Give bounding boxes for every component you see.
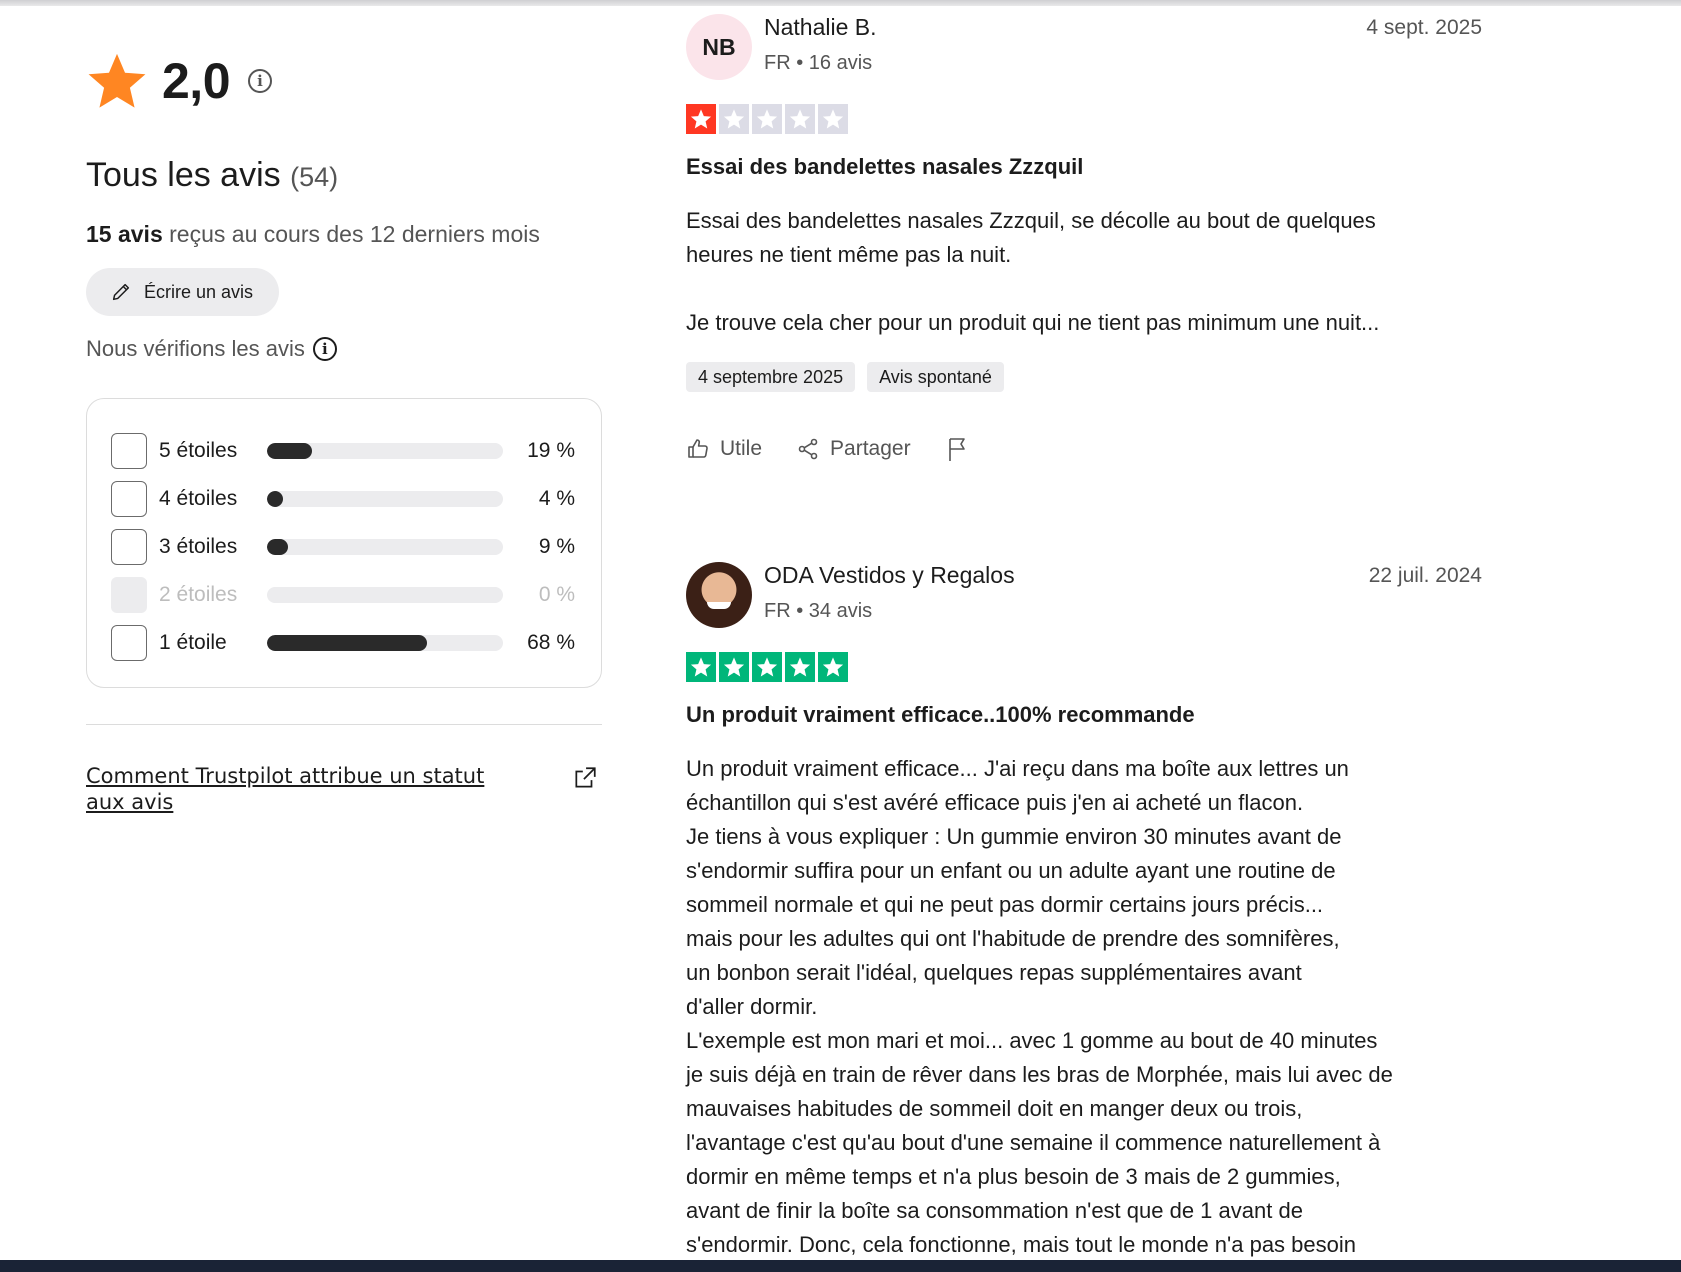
rating-bar-fill (267, 635, 427, 651)
review-date: 4 sept. 2025 (1366, 16, 1482, 39)
star-icon (818, 652, 848, 682)
rating-filter-label: 1 étoile (159, 631, 227, 654)
reviewer-name[interactable]: Nathalie B. (764, 14, 877, 41)
thumbs-up-icon (688, 439, 708, 458)
rating-filter-row[interactable]: 1 étoile 68 % (111, 619, 577, 667)
review-date: 22 juil. 2024 (1368, 564, 1482, 587)
review-tags: 4 septembre 2025 Avis spontané (686, 362, 1482, 392)
star-icon (719, 104, 749, 134)
all-reviews-count: (54) (290, 162, 339, 192)
useful-label: Utile (720, 437, 763, 460)
rating-filter-checkbox[interactable] (111, 481, 147, 517)
share-icon (798, 438, 818, 460)
review-stars (686, 104, 1482, 134)
rating-filter-checkbox[interactable] (111, 529, 147, 565)
review-type-badge[interactable]: Avis spontané (867, 362, 1004, 392)
rating-filter-percent: 19 % (527, 439, 575, 462)
write-review-button[interactable]: Écrire un avis (86, 268, 280, 316)
report-button[interactable] (945, 436, 979, 462)
review-card: NB Nathalie B. FR • 16 avis 4 sept. 2025… (686, 12, 1482, 464)
verify-reviews-row[interactable]: Nous vérifions les avis i (86, 336, 602, 362)
write-review-label: Écrire un avis (144, 281, 254, 302)
rating-filter-checkbox[interactable] (111, 625, 147, 661)
rating-bar-track (267, 587, 503, 603)
rating-filter-checkbox[interactable] (111, 433, 147, 469)
rating-filter-percent: 68 % (527, 631, 575, 654)
flag-icon (948, 438, 965, 461)
rating-bar-fill (267, 491, 283, 507)
review-stars (686, 652, 1482, 682)
review-experience-date: 4 septembre 2025 (686, 362, 856, 392)
star-icon (752, 104, 782, 134)
reviewer-meta: FR • 34 avis (764, 600, 873, 622)
avatar[interactable] (686, 562, 752, 628)
useful-button[interactable]: Utile (686, 437, 762, 461)
rating-bar-track (267, 539, 503, 555)
browser-top-edge (0, 0, 1681, 6)
rating-filter-row[interactable]: 5 étoiles 19 % (111, 427, 577, 475)
review-body: Un produit vraiment efficace... J'ai reç… (686, 756, 1393, 1257)
rating-filter-checkbox (111, 577, 147, 613)
external-link-icon[interactable] (572, 765, 598, 791)
rating-filter-label: 2 étoiles (159, 583, 238, 606)
all-reviews-heading: Tous les avis (54) (86, 156, 602, 195)
info-icon[interactable]: i (312, 337, 337, 361)
status-info-link-row[interactable]: Comment Trustpilot attribue un statut au… (86, 763, 602, 815)
score-row: 2,0 i (86, 50, 602, 112)
rating-bar-track (267, 443, 503, 459)
rating-filter-row: 2 étoiles 0 % (111, 571, 577, 619)
reviewer-meta: FR • 16 avis (764, 52, 873, 74)
rating-filter-label: 5 étoiles (159, 439, 238, 462)
star-icon (686, 652, 716, 682)
all-reviews-label: Tous les avis (86, 156, 281, 194)
star-icon (752, 652, 782, 682)
overall-rating: 2,0 (162, 53, 231, 109)
review-header: ODA Vestidos y Regalos FR • 34 avis 22 j… (686, 560, 1482, 632)
star-icon (686, 104, 716, 134)
verify-reviews-label: Nous vérifions les avis (86, 336, 305, 361)
rating-filter-percent: 9 % (538, 535, 575, 558)
recent-reviews-suffix: reçus au cours des 12 derniers mois (169, 221, 540, 247)
rating-filter-row[interactable]: 4 étoiles 4 % (111, 475, 577, 523)
recent-reviews-text: 15 avis reçus au cours des 12 derniers m… (86, 221, 602, 248)
review-card: ODA Vestidos y Regalos FR • 34 avis 22 j… (686, 560, 1482, 1262)
star-icon (785, 104, 815, 134)
rating-filter-percent: 4 % (538, 487, 575, 510)
taskbar-edge (0, 1260, 1681, 1272)
rating-bar-fill (267, 443, 312, 459)
share-label: Partager (830, 437, 911, 460)
star-icon (785, 652, 815, 682)
star-icon (719, 652, 749, 682)
review-header: NB Nathalie B. FR • 16 avis 4 sept. 2025 (686, 12, 1482, 84)
recent-reviews-count: 15 avis (86, 221, 163, 247)
info-icon[interactable]: i (248, 69, 273, 93)
review-actions: Utile Partager (686, 434, 1482, 464)
rating-bar-track (267, 635, 503, 651)
review-body: Essai des bandelettes nasales Zzzquil, s… (686, 208, 1380, 335)
star-icon (818, 104, 848, 134)
share-button[interactable]: Partager (796, 437, 911, 461)
star-icon (88, 53, 146, 108)
reviewer-name[interactable]: ODA Vestidos y Regalos (764, 562, 1015, 589)
rating-bar-track (267, 491, 503, 507)
rating-distribution-filter: 5 étoiles 19 % 4 étoiles 4 % 3 étoiles 9 % 2 é… (86, 398, 602, 688)
review-title[interactable]: Essai des bandelettes nasales Zzzquil (686, 154, 1482, 180)
rating-summary-panel: 2,0 i Tous les avis (54) 15 avis reçus a… (86, 50, 602, 815)
avatar[interactable]: NB (686, 14, 752, 80)
pencil-icon (112, 283, 130, 301)
status-info-link[interactable]: Comment Trustpilot attribue un statut au… (86, 763, 506, 815)
rating-filter-label: 4 étoiles (159, 487, 238, 510)
rating-filter-label: 3 étoiles (159, 535, 238, 558)
divider (86, 724, 602, 725)
rating-bar-fill (267, 539, 288, 555)
review-title[interactable]: Un produit vraiment efficace..100% recom… (686, 702, 1482, 728)
rating-filter-row[interactable]: 3 étoiles 9 % (111, 523, 577, 571)
rating-filter-percent: 0 % (538, 583, 575, 606)
